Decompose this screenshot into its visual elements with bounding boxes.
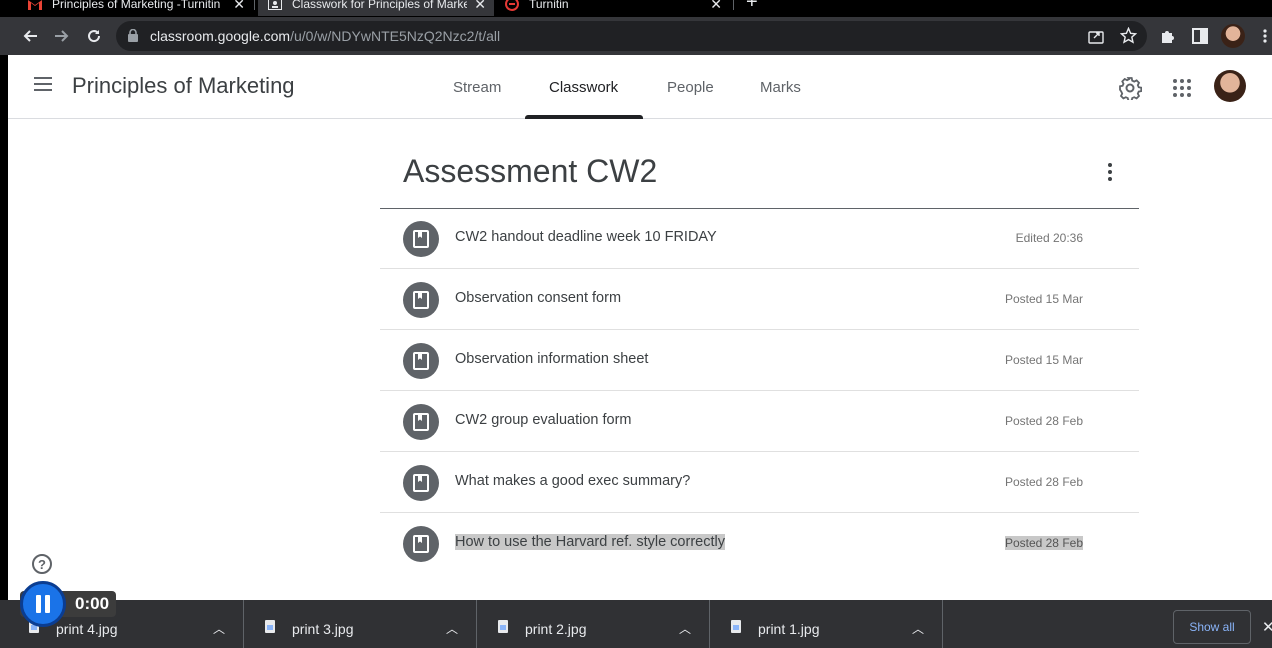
browser-tab-classwork[interactable]: Classwork for Principles of Marketing ✕: [258, 0, 494, 16]
tab-marks[interactable]: Marks: [760, 79, 801, 96]
image-file-icon: [498, 620, 508, 633]
hamburger-menu-icon[interactable]: [34, 77, 52, 91]
download-item[interactable]: print 2.jpg ︿: [477, 600, 710, 648]
material-book-icon: [403, 465, 439, 501]
share-icon[interactable]: [1088, 28, 1104, 49]
topic-title: Assessment CW2: [403, 153, 658, 189]
tab-title: Principles of Marketing -Turnitin: [52, 0, 221, 11]
material-date: Posted 15 Mar: [1004, 292, 1083, 306]
profile-avatar[interactable]: [1221, 24, 1245, 48]
material-date: Posted 28 Feb: [1004, 536, 1083, 550]
back-arrow-icon[interactable]: [20, 26, 40, 46]
download-filename: print 2.jpg: [525, 621, 587, 637]
more-options-icon[interactable]: [1106, 163, 1114, 183]
chevron-up-icon[interactable]: ︿: [446, 620, 458, 637]
download-filename: print 3.jpg: [292, 621, 354, 637]
chevron-up-icon[interactable]: ︿: [912, 620, 924, 637]
reload-icon[interactable]: [84, 26, 104, 46]
list-item[interactable]: How to use the Harvard ref. style correc…: [380, 513, 1139, 574]
active-tab-indicator: [525, 115, 643, 119]
tab-stream[interactable]: Stream: [453, 79, 501, 96]
lock-icon: [128, 28, 138, 47]
list-item[interactable]: Observation consent form Posted 15 Mar: [380, 269, 1139, 330]
list-item[interactable]: CW2 group evaluation form Posted 28 Feb: [380, 391, 1139, 452]
material-book-icon: [403, 526, 439, 562]
show-all-downloads-button[interactable]: Show all: [1173, 610, 1251, 644]
help-icon[interactable]: ?: [32, 554, 52, 574]
close-icon[interactable]: ✕: [710, 0, 722, 13]
download-item[interactable]: print 1.jpg ︿: [710, 600, 943, 648]
forward-arrow-icon[interactable]: [52, 26, 72, 46]
material-book-icon: [403, 282, 439, 318]
url-text: classroom.google.com/u/0/w/NDYwNTE5NzQ2N…: [150, 28, 501, 44]
material-title: Observation consent form: [455, 290, 622, 306]
close-icon[interactable]: ✕: [1262, 618, 1272, 636]
classroom-page: Principles of Marketing Stream Classwork…: [8, 55, 1272, 600]
chevron-up-icon[interactable]: ︿: [213, 620, 225, 637]
close-icon[interactable]: ✕: [474, 0, 486, 13]
tab-title: Turnitin: [529, 0, 569, 11]
image-file-icon: [265, 620, 275, 633]
browser-toolbar: classroom.google.com/u/0/w/NDYwNTE5NzQ2N…: [0, 17, 1272, 55]
tab-title: Classwork for Principles of Marketing: [292, 0, 467, 11]
recording-time: 0:00: [75, 594, 110, 613]
classroom-app-bar: Principles of Marketing Stream Classwork…: [8, 55, 1272, 119]
material-title: What makes a good exec summary?: [455, 473, 691, 489]
bookmark-star-icon[interactable]: [1119, 26, 1138, 49]
download-bar: print 4.jpg ︿ print 3.jpg ︿ print 2.jpg …: [0, 600, 1272, 648]
browser-menu-icon[interactable]: [1255, 26, 1272, 46]
extensions-puzzle-icon[interactable]: [1158, 26, 1178, 46]
material-title: How to use the Harvard ref. style correc…: [455, 534, 725, 550]
gear-icon[interactable]: [1118, 76, 1143, 105]
gmail-icon: [28, 0, 42, 11]
google-apps-grid-icon[interactable]: [1173, 79, 1191, 97]
browser-tab-strip: Principles of Marketing -Turnitin ✕ Clas…: [0, 0, 1272, 17]
list-item[interactable]: CW2 handout deadline week 10 FRIDAY Edit…: [380, 208, 1139, 269]
list-item[interactable]: Observation information sheet Posted 15 …: [380, 330, 1139, 391]
course-title[interactable]: Principles of Marketing: [72, 73, 295, 99]
download-item[interactable]: print 3.jpg ︿: [244, 600, 477, 648]
tab-classwork[interactable]: Classwork: [549, 79, 618, 96]
address-bar[interactable]: classroom.google.com/u/0/w/NDYwNTE5NzQ2N…: [116, 21, 1147, 51]
chevron-up-icon[interactable]: ︿: [679, 620, 691, 637]
material-date: Edited 20:36: [1015, 231, 1083, 245]
turnitin-icon: [505, 0, 519, 11]
material-date: Posted 28 Feb: [1004, 414, 1083, 428]
image-file-icon: [731, 620, 741, 633]
list-item[interactable]: What makes a good exec summary? Posted 2…: [380, 452, 1139, 513]
material-title: CW2 handout deadline week 10 FRIDAY: [455, 229, 717, 245]
browser-tab-turnitin[interactable]: Turnitin ✕: [505, 0, 730, 16]
material-title: Observation information sheet: [455, 351, 649, 367]
classroom-icon: [268, 0, 282, 11]
download-filename: print 4.jpg: [56, 621, 118, 637]
pause-recording-button[interactable]: [20, 581, 66, 627]
material-book-icon: [403, 343, 439, 379]
material-date: Posted 28 Feb: [1004, 475, 1083, 489]
material-title: CW2 group evaluation form: [455, 412, 632, 428]
new-tab-button[interactable]: +: [746, 0, 758, 14]
material-book-icon: [403, 404, 439, 440]
close-icon[interactable]: ✕: [233, 0, 245, 13]
material-book-icon: [403, 221, 439, 257]
download-filename: print 1.jpg: [758, 621, 820, 637]
avatar[interactable]: [1214, 70, 1246, 102]
side-panel-icon[interactable]: [1190, 26, 1210, 46]
browser-tab-turnitin-gmail[interactable]: Principles of Marketing -Turnitin ✕: [28, 0, 253, 16]
tab-people[interactable]: People: [667, 79, 714, 96]
material-date: Posted 15 Mar: [1004, 353, 1083, 367]
